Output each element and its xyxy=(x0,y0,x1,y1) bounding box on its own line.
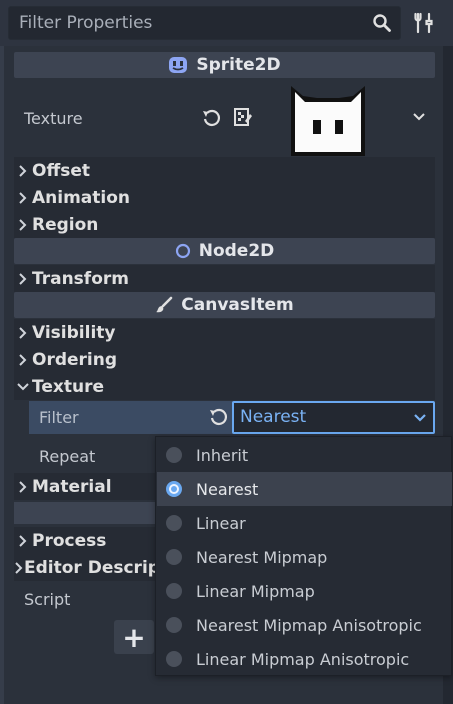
filter-selected-value: Nearest xyxy=(240,407,307,427)
section-node2d[interactable]: Node2D xyxy=(14,238,435,264)
chevron-right-icon xyxy=(14,353,32,366)
section-sprite2d-label: Sprite2D xyxy=(196,55,281,75)
option-label: Linear Mipmap Anisotropic xyxy=(196,649,410,669)
group-transform[interactable]: Transform xyxy=(14,265,435,292)
group-animation[interactable]: Animation xyxy=(14,184,435,211)
radio-unchecked-icon xyxy=(166,447,182,463)
add-script-button[interactable]: + xyxy=(114,620,154,654)
section-sprite2d[interactable]: Sprite2D xyxy=(14,52,435,78)
filter-options-popup: Inherit Nearest Linear Nearest Mipmap Li… xyxy=(155,436,452,676)
chevron-right-icon xyxy=(14,191,32,204)
group-process[interactable]: Process xyxy=(14,527,156,554)
group-visibility[interactable]: Visibility xyxy=(14,319,435,346)
group-texture[interactable]: Texture xyxy=(14,373,435,400)
option-nearest-mipmap[interactable]: Nearest Mipmap xyxy=(157,540,452,574)
revert-icon[interactable] xyxy=(208,407,228,427)
option-label: Nearest Mipmap Anisotropic xyxy=(196,615,422,635)
chevron-right-icon xyxy=(14,272,32,285)
search-icon[interactable] xyxy=(372,13,392,33)
chevron-right-icon xyxy=(14,218,32,231)
chevron-down-icon xyxy=(414,414,426,422)
group-process-label: Process xyxy=(32,530,107,551)
tools-icon[interactable] xyxy=(413,12,435,34)
section-canvasitem[interactable]: CanvasItem xyxy=(14,292,435,318)
group-material[interactable]: Material xyxy=(14,473,156,500)
plus-icon: + xyxy=(122,620,146,654)
filter-label: Filter xyxy=(39,408,79,427)
group-offset-label: Offset xyxy=(32,160,90,181)
chevron-right-icon xyxy=(14,561,24,574)
option-label: Linear xyxy=(196,513,246,533)
option-linear-mipmap[interactable]: Linear Mipmap xyxy=(157,574,452,608)
script-label: Script xyxy=(24,590,71,609)
chevron-right-icon xyxy=(14,534,32,547)
sprite-texture-preview-icon[interactable] xyxy=(289,84,367,158)
group-ordering[interactable]: Ordering xyxy=(14,346,435,373)
radio-unchecked-icon xyxy=(166,617,182,633)
section-node-header[interactable] xyxy=(14,502,156,524)
brush-icon xyxy=(155,296,173,314)
repeat-label: Repeat xyxy=(39,447,96,466)
radio-unchecked-icon xyxy=(166,583,182,599)
chevron-down-icon[interactable] xyxy=(412,110,426,124)
group-editor-description[interactable]: Editor Descript xyxy=(14,554,156,581)
option-inherit[interactable]: Inherit xyxy=(157,438,452,472)
chevron-right-icon xyxy=(14,164,32,177)
filter-properties-input[interactable] xyxy=(8,6,401,40)
radio-checked-icon xyxy=(166,481,182,497)
option-nearest[interactable]: Nearest xyxy=(157,472,452,506)
chevron-right-icon xyxy=(14,480,32,493)
option-label: Nearest xyxy=(196,479,259,499)
revert-icon[interactable] xyxy=(201,108,221,128)
group-visibility-label: Visibility xyxy=(32,322,116,343)
radio-unchecked-icon xyxy=(166,651,182,667)
group-region[interactable]: Region xyxy=(14,211,435,238)
group-material-label: Material xyxy=(32,476,112,497)
radio-unchecked-icon xyxy=(166,549,182,565)
node2d-icon xyxy=(175,243,191,259)
group-texture-label: Texture xyxy=(32,376,104,397)
option-linear-mipmap-anisotropic[interactable]: Linear Mipmap Anisotropic xyxy=(157,642,452,676)
section-node2d-label: Node2D xyxy=(198,241,275,261)
chevron-down-icon xyxy=(14,382,32,392)
group-ordering-label: Ordering xyxy=(32,349,118,370)
texture-label: Texture xyxy=(24,109,83,128)
group-transform-label: Transform xyxy=(32,268,129,289)
chevron-right-icon xyxy=(14,326,32,339)
texture-edit-icon[interactable] xyxy=(233,107,253,127)
section-canvasitem-label: CanvasItem xyxy=(181,295,294,315)
option-nearest-mipmap-anisotropic[interactable]: Nearest Mipmap Anisotropic xyxy=(157,608,452,642)
group-animation-label: Animation xyxy=(32,187,131,208)
inspector-toolbar xyxy=(0,0,453,46)
group-offset[interactable]: Offset xyxy=(14,157,435,184)
group-editor-description-label: Editor Descript xyxy=(24,557,156,578)
group-region-label: Region xyxy=(32,214,99,235)
option-linear[interactable]: Linear xyxy=(157,506,452,540)
filter-option-button[interactable]: Nearest xyxy=(232,401,435,434)
sprite2d-icon xyxy=(168,55,188,75)
option-label: Inherit xyxy=(196,445,249,465)
radio-unchecked-icon xyxy=(166,515,182,531)
option-label: Nearest Mipmap xyxy=(196,547,328,567)
option-label: Linear Mipmap xyxy=(196,581,315,601)
